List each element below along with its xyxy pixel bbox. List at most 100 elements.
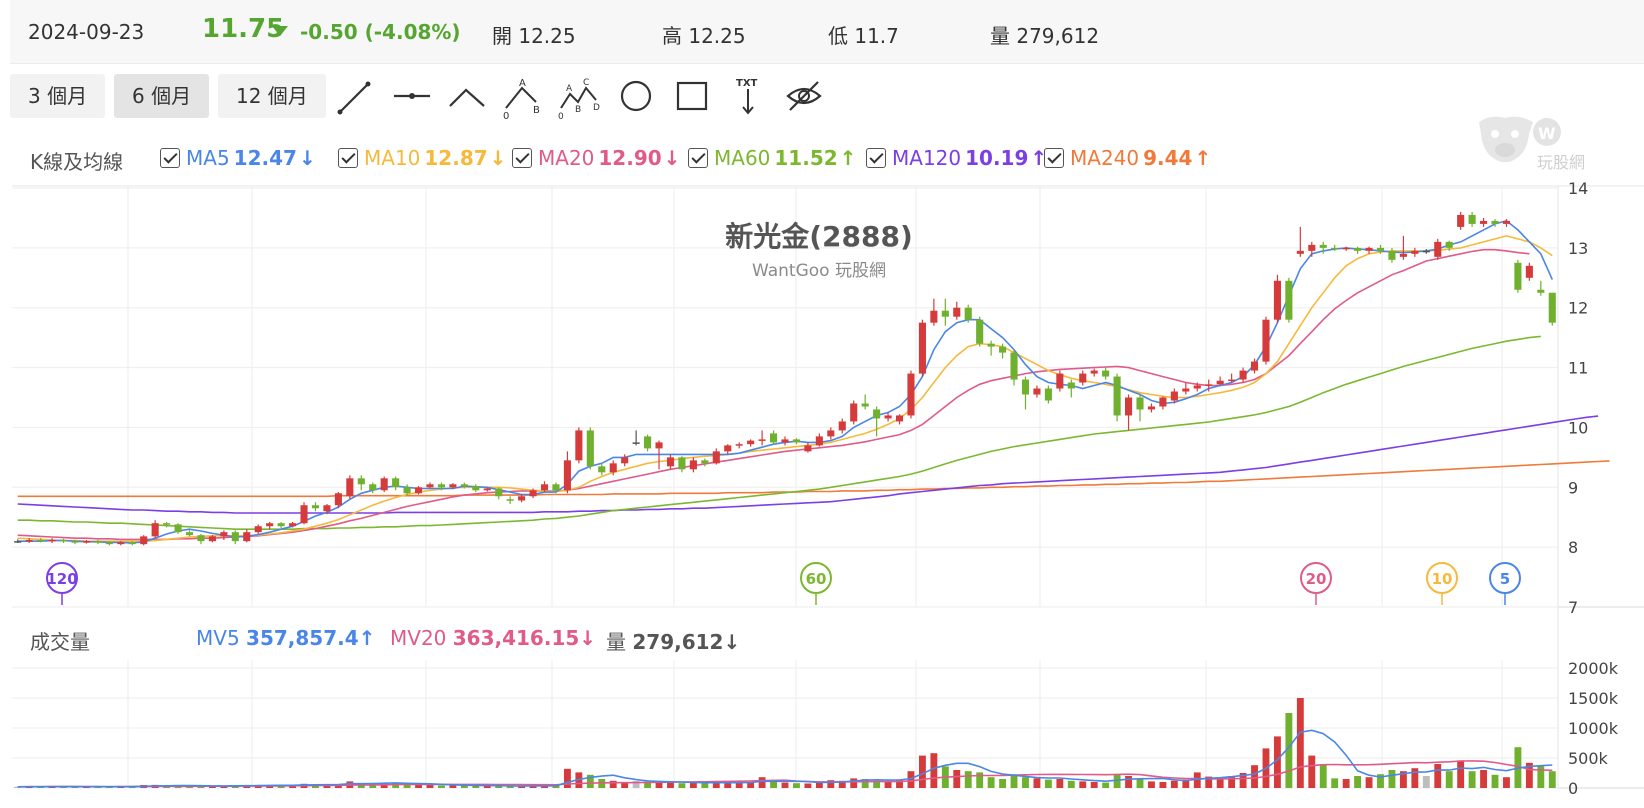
volume-bars [14, 698, 1556, 788]
volume-tick-label: 1500k [1568, 689, 1619, 708]
price-tick-label: 13 [1568, 239, 1588, 258]
candle-body [1216, 380, 1224, 385]
volume-bar [1342, 779, 1350, 788]
ma-marker-label: 5 [1500, 570, 1510, 588]
volume-bar [1170, 780, 1178, 788]
volume-bar [1010, 776, 1018, 788]
volume-bar [1251, 765, 1258, 788]
candle-body [827, 430, 835, 437]
candle-body [506, 499, 514, 501]
volume-bar [850, 778, 858, 788]
ma60-line [17, 335, 1541, 531]
candle-body [163, 523, 171, 525]
ma-markers: 120 60 20 10 5 [46, 562, 1521, 605]
candle-body [861, 403, 869, 407]
volume-bar [1296, 698, 1304, 788]
candle-body [220, 532, 228, 537]
candle-body [1537, 289, 1545, 293]
candle-body [1205, 384, 1213, 386]
candle-body [151, 523, 159, 537]
volume-bar [735, 782, 743, 788]
candle-body [930, 310, 938, 323]
volume-bar [1388, 770, 1396, 788]
ma240-line [17, 460, 1610, 498]
candle-body [621, 457, 629, 464]
candle-body [1411, 250, 1419, 254]
candle-body [14, 541, 22, 543]
volume-bar [1319, 765, 1327, 788]
candle-body [701, 460, 709, 464]
candle-body [105, 542, 113, 545]
candle-body [1399, 253, 1407, 257]
candle-body [1239, 370, 1247, 380]
candle-body [1056, 373, 1064, 389]
volume-bar [953, 770, 961, 788]
price-tick-label: 8 [1568, 538, 1578, 557]
candle-body [1250, 361, 1259, 371]
candle-body [300, 505, 308, 524]
volume-bar [1468, 771, 1476, 788]
candle-body [59, 539, 68, 542]
volume-tick-label: 2000k [1568, 659, 1619, 678]
candle-body [1457, 214, 1465, 227]
candle-body [243, 532, 251, 542]
candle-body [850, 403, 858, 422]
candle-body [82, 541, 90, 543]
candle-body [873, 409, 881, 419]
volume-bar [563, 768, 571, 788]
candle-body [1308, 244, 1316, 251]
volume-bar [1228, 776, 1236, 788]
candle-body [987, 343, 995, 347]
price-chart[interactable]: 新光金(2888) WantGoo 玩股網 14 13 12 11 10 9 8 7 2000k… [0, 0, 1644, 808]
volume-bar [1056, 779, 1064, 788]
volume-bar [1491, 774, 1499, 788]
candle-body [1113, 376, 1121, 416]
candle-body [197, 535, 205, 542]
candle-body [964, 307, 972, 320]
candle-body [804, 445, 812, 452]
volume-bar [1216, 779, 1224, 788]
candle-body [357, 478, 365, 485]
candle-body [1319, 244, 1327, 248]
candle-body [758, 439, 766, 441]
candle-body [655, 442, 663, 449]
volume-bar [1079, 781, 1087, 788]
candle-body [815, 436, 823, 446]
candle-body [1502, 220, 1511, 224]
volume-bar [1422, 776, 1430, 788]
candle-body [769, 433, 778, 443]
candle-body [437, 484, 445, 488]
candle-body [953, 307, 961, 317]
candle-body [117, 542, 125, 545]
candle-body [575, 430, 583, 461]
ma-marker-label: 10 [1432, 570, 1453, 588]
candle-body [208, 536, 216, 542]
volume-tick-label: 0 [1568, 779, 1578, 798]
candle-body [552, 484, 560, 491]
candle-body [1090, 370, 1098, 374]
candle-body [1262, 319, 1270, 362]
volume-bar [930, 753, 938, 788]
candle-body [71, 541, 79, 543]
candle-body [976, 319, 984, 344]
candle-body [632, 442, 640, 444]
volume-bar [804, 783, 812, 788]
volume-bar [1445, 771, 1453, 788]
candle-body [426, 484, 434, 488]
volume-bar [1102, 782, 1110, 788]
chart-subtitle: WantGoo 玩股網 [752, 261, 886, 281]
candle-body [472, 486, 480, 491]
volume-bar [449, 785, 457, 788]
volume-bar [1331, 778, 1339, 788]
candle-body [792, 439, 801, 443]
volume-bar [758, 777, 766, 788]
volume-tick-label: 1000k [1568, 719, 1619, 738]
volume-bar [1503, 777, 1510, 788]
volume-bar [1033, 778, 1041, 788]
candle-body [609, 463, 617, 473]
candle-body [907, 373, 915, 416]
chart-title: 新光金(2888) [725, 220, 913, 253]
volume-bar [987, 777, 995, 788]
candle-body [174, 524, 182, 533]
candle-body [1354, 247, 1362, 251]
